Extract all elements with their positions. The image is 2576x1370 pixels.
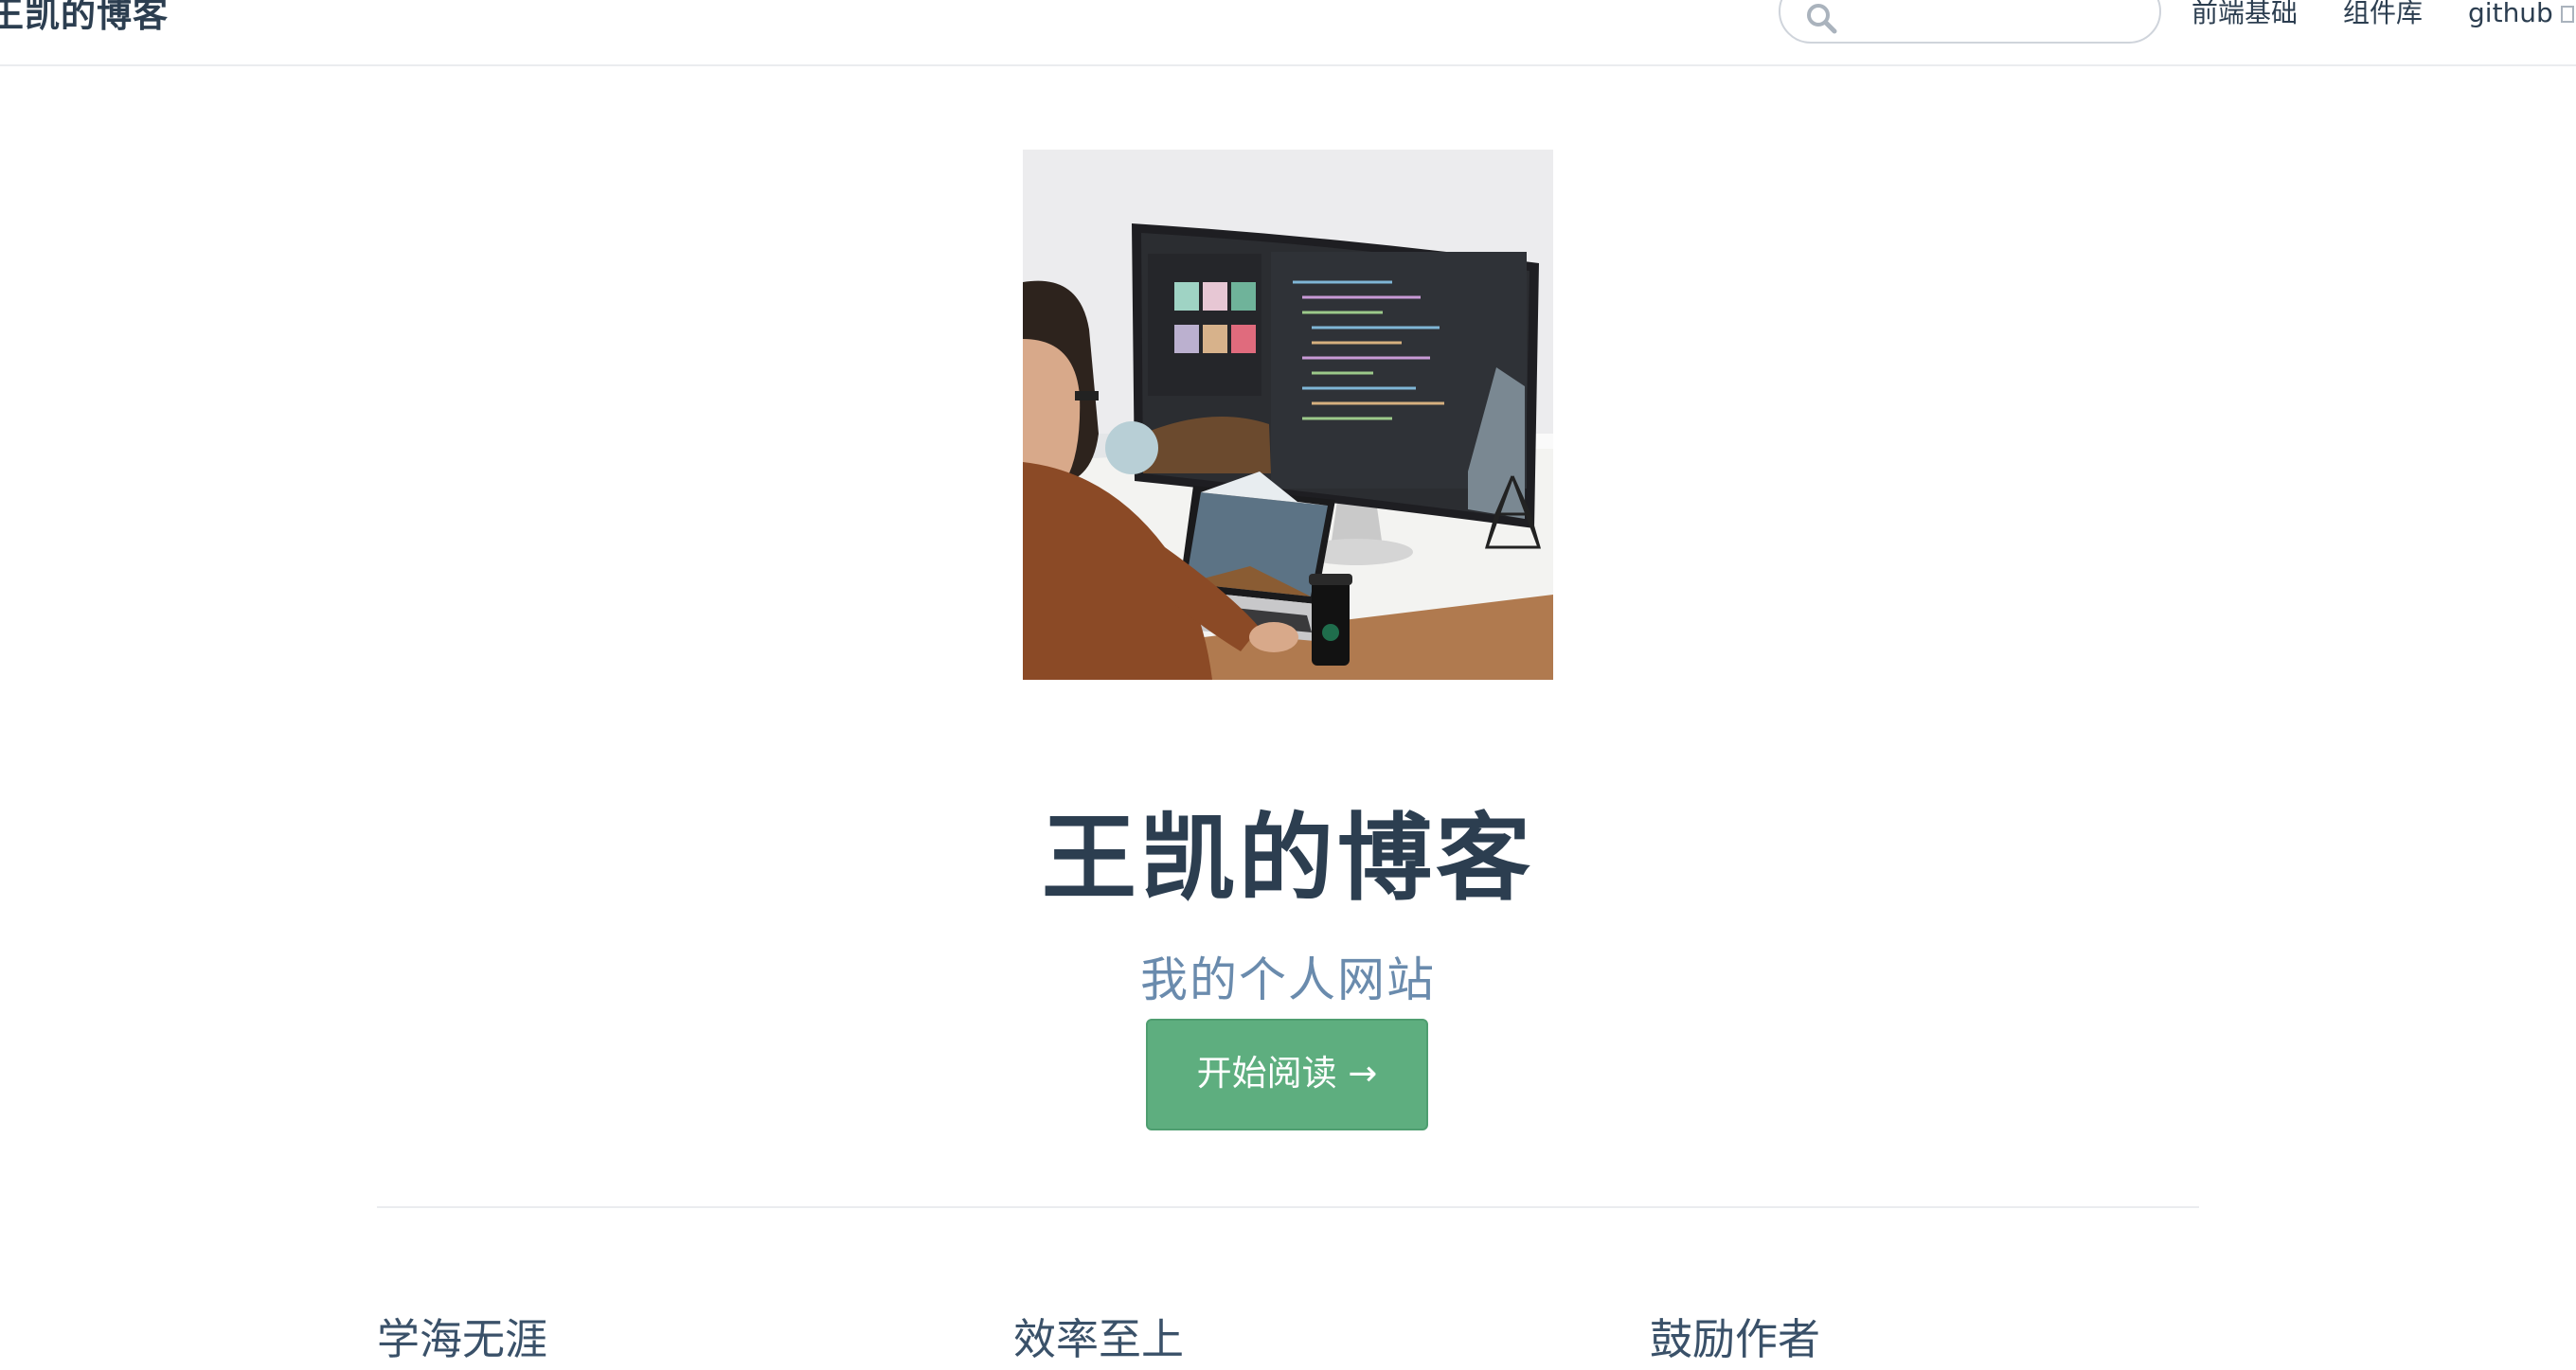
search-box[interactable] bbox=[1779, 0, 2161, 44]
search-icon bbox=[1807, 4, 1837, 34]
start-reading-button[interactable]: 开始阅读 → bbox=[1146, 1019, 1428, 1130]
external-link-icon bbox=[2560, 6, 2574, 23]
nav-links: 前端基础 组件库 github bbox=[2191, 0, 2574, 32]
site-name-link[interactable]: 王凯的博客 bbox=[0, 0, 169, 36]
hero-image bbox=[1023, 150, 1553, 680]
navbar: 王凯的博客 前端基础 组件库 github bbox=[0, 0, 2576, 66]
nav-link-github[interactable]: github bbox=[2468, 0, 2574, 32]
features-divider bbox=[377, 1206, 2199, 1208]
feature-title-learning: 学海无涯 bbox=[377, 1314, 548, 1365]
hero-photo-illustration bbox=[1023, 150, 1553, 680]
hero-title: 王凯的博客 bbox=[1042, 803, 1534, 914]
nav-link-frontend-basics[interactable]: 前端基础 bbox=[2191, 0, 2298, 32]
feature-title-efficiency: 效率至上 bbox=[1013, 1314, 1185, 1365]
hero-description: 我的个人网站 bbox=[1140, 952, 1436, 1007]
nav-link-component-library[interactable]: 组件库 bbox=[2343, 0, 2423, 32]
search-input[interactable] bbox=[1851, 0, 2144, 34]
feature-title-encourage-author: 鼓励作者 bbox=[1650, 1314, 1821, 1365]
nav-link-github-label: github bbox=[2468, 0, 2553, 28]
